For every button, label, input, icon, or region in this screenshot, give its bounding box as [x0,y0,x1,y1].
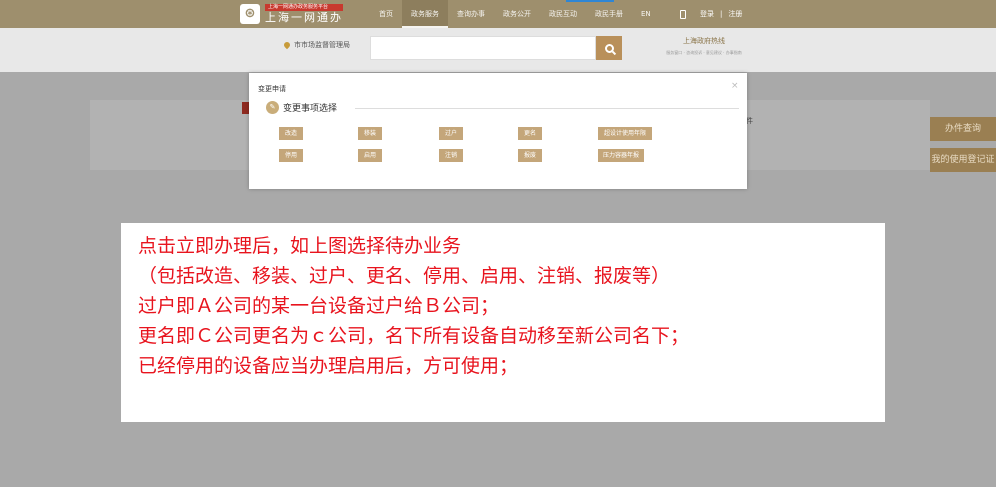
option-enable-button[interactable]: 启用 [358,149,382,162]
logo-name: 上海一网通办 [265,11,343,24]
note-line: 已经停用的设备应当办理启用后，方可使用； [138,355,519,377]
nav-item-query[interactable]: 查询办事 [448,0,494,28]
search-band: 市市场监督管理局 上海政府热线 服务窗口 · 咨询投诉 · 意见建议 · 办事指… [0,28,996,72]
link-separator: | [720,10,723,18]
change-options-grid: 改造 移装 过户 更名 超设计使用年限 停用 启用 注销 报废 压力容器年报 [279,127,678,162]
section-divider [355,108,739,109]
section-title: 变更事项选择 [283,104,338,114]
hotline-title: 上海政府热线 [683,37,725,45]
option-cancel-button[interactable]: 注销 [439,149,463,162]
hotline-info: 上海政府热线 服务窗口 · 咨询投诉 · 意见建议 · 办事指南 [650,36,758,56]
option-overdue-button[interactable]: 超设计使用年限 [598,127,652,140]
nav-item-handbook[interactable]: 政民手册 [586,0,632,28]
section-header: ✎ 变更事项选择 [266,101,337,114]
search-icon [604,43,614,53]
nav-item-gov-services[interactable]: 政务服务 [402,0,448,28]
side-button-certificate[interactable]: 我的使用登记证 [930,148,996,172]
search-button[interactable] [596,36,622,60]
register-link[interactable]: 注册 [728,9,742,19]
location-selector[interactable]: 市市场监督管理局 [282,40,350,50]
search-input[interactable] [370,36,596,60]
note-line: 点击立即办理后，如上图选择待办业务 [138,235,462,257]
option-scrap-button[interactable]: 报废 [518,149,542,162]
main-nav: 首页 政务服务 查询办事 政务公开 政民互动 政民手册 EN [370,0,660,28]
location-pin-icon [282,40,292,50]
note-line: （包括改造、移装、过户、更名、停用、启用、注销、报废等） [138,265,671,287]
nav-item-english[interactable]: EN [632,0,660,28]
mobile-phone-icon[interactable] [680,9,686,19]
site-logo[interactable]: ⊛ 上海一网通办政务服务平台 上海一网通办 [240,3,343,25]
side-button-query[interactable]: 办件查询 [930,117,996,141]
background-text-fragment: 件 [746,117,753,125]
hotline-subtitle: 服务窗口 · 咨询投诉 · 意见建议 · 办事指南 [666,50,742,55]
logo-emblem-icon: ⊛ [240,4,260,24]
section-emblem-icon: ✎ [266,101,279,114]
option-rename-button[interactable]: 更名 [518,127,542,140]
note-line: 更名即Ｃ公司更名为ｃ公司，名下所有设备自动移至新公司名下； [138,325,690,347]
logo-tagline: 上海一网通办政务服务平台 [265,4,343,11]
option-transfer-button[interactable]: 过户 [439,127,463,140]
nav-item-home[interactable]: 首页 [370,0,402,28]
modal-title: 变更申请 [258,85,286,93]
option-renovate-button[interactable]: 改造 [279,127,303,140]
top-nav-bar: ⊛ 上海一网通办政务服务平台 上海一网通办 首页 政务服务 查询办事 政务公开 … [0,0,996,28]
note-line: 过户即Ａ公司的某一台设备过户给Ｂ公司； [138,295,500,317]
close-icon[interactable]: × [731,82,739,91]
user-links: 登录 | 注册 [680,0,742,28]
change-request-modal: 变更申请 × ✎ 变更事项选择 改造 移装 过户 更名 超设计使用年限 停用 启… [249,73,747,189]
location-label: 市市场监督管理局 [294,41,350,49]
nav-item-public[interactable]: 政务公开 [494,0,540,28]
option-annual-report-button[interactable]: 压力容器年报 [598,149,644,162]
nav-item-interaction[interactable]: 政民互动 [540,0,586,28]
instruction-note: 点击立即办理后，如上图选择待办业务 （包括改造、移装、过户、更名、停用、启用、注… [121,223,885,422]
option-suspend-button[interactable]: 停用 [279,149,303,162]
login-link[interactable]: 登录 [700,9,714,19]
option-relocate-button[interactable]: 移装 [358,127,382,140]
